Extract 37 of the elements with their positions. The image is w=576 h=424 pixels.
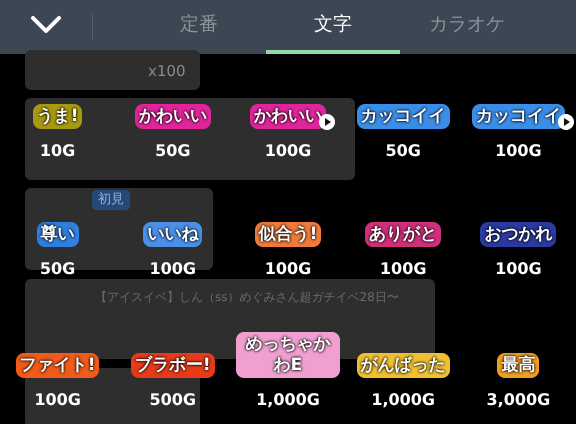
gift-sticker[interactable]: 尊い bbox=[36, 222, 79, 247]
tab[interactable]: 文字 bbox=[266, 0, 400, 54]
gift-sticker[interactable]: めっちゃかわE bbox=[236, 332, 340, 378]
gift-price: 500G bbox=[150, 389, 196, 411]
gift-price: 50G bbox=[40, 258, 76, 280]
gift-price: 10G bbox=[40, 140, 76, 162]
gift-price: 100G bbox=[495, 258, 542, 280]
gift-count: x100 bbox=[148, 61, 186, 82]
gift-sticker[interactable]: ブラボー! bbox=[130, 352, 215, 378]
gift-sticker[interactable]: カッコイイ bbox=[356, 104, 450, 129]
gift-price: 100G bbox=[264, 258, 312, 280]
gift-sticker[interactable]: かわいい bbox=[134, 104, 211, 129]
gift-price: 1,000G bbox=[371, 389, 436, 411]
gift-sticker[interactable]: かわいい bbox=[250, 104, 326, 129]
gift-sticker[interactable]: ありがと bbox=[365, 222, 442, 247]
gift-price: 100G bbox=[495, 140, 542, 162]
gift-price: 1,000G bbox=[256, 389, 320, 411]
gift-sticker[interactable]: がんばった bbox=[356, 352, 450, 378]
gift-sticker[interactable]: いいね bbox=[143, 222, 202, 247]
gift-sticker[interactable]: うま! bbox=[32, 104, 82, 129]
tab[interactable]: 定番 bbox=[132, 0, 266, 54]
gift-sticker[interactable]: ファイト! bbox=[16, 352, 100, 378]
gift-price: 50G bbox=[385, 140, 421, 162]
gift-price: 50G bbox=[155, 140, 190, 162]
gift-price: 100G bbox=[150, 258, 196, 280]
gift-sticker[interactable]: 似合う! bbox=[254, 222, 322, 247]
gift-price: 100G bbox=[264, 140, 312, 162]
comment-text: 【アイスイベ】しん（ss）めぐみさん超ガチイベ28日〜 bbox=[95, 289, 399, 306]
first-visit-badge: 初見 bbox=[92, 190, 130, 210]
gift-price: 3,000G bbox=[486, 389, 550, 411]
tab[interactable]: カラオケ bbox=[400, 0, 534, 54]
gift-sticker[interactable]: カッコイイ bbox=[472, 104, 565, 129]
gift-price: 100G bbox=[34, 389, 81, 411]
gift-price: 100G bbox=[380, 258, 426, 280]
collapse-chevron-icon[interactable] bbox=[30, 14, 62, 36]
gift-sticker[interactable]: 最高 bbox=[497, 352, 540, 378]
gift-sticker[interactable]: おつかれ bbox=[480, 222, 556, 247]
